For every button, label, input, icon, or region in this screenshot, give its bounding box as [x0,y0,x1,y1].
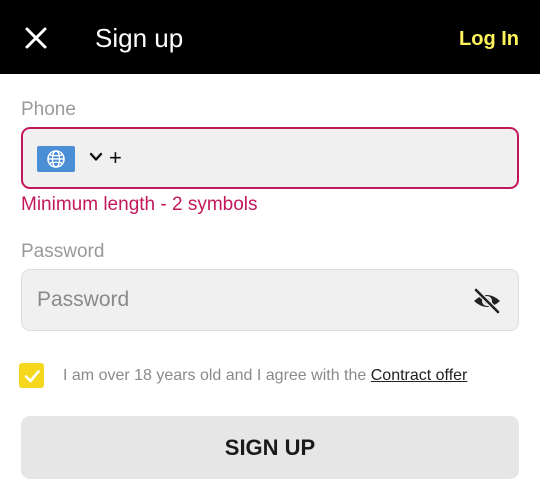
close-button[interactable] [22,24,50,52]
password-field [21,269,519,331]
password-label: Password [21,241,105,262]
country-selector[interactable] [37,146,75,172]
close-icon [25,27,47,49]
phone-prefix: + [109,145,122,170]
agreement-text: I am over 18 years old and I agree with … [63,365,467,387]
phone-field[interactable]: + [21,127,519,189]
chevron-down-icon[interactable] [89,150,103,164]
checkmark-icon [24,369,40,382]
globe-icon [47,150,65,168]
agreement-label: I am over 18 years old and I agree with … [63,367,371,384]
phone-label: Phone [21,99,76,120]
contract-offer-link[interactable]: Contract offer [371,367,468,384]
phone-input[interactable] [127,139,507,179]
agree-checkbox[interactable] [19,363,44,388]
login-link[interactable]: Log In [459,26,519,52]
app-header: Sign up Log In [0,0,540,74]
phone-error-message: Minimum length - 2 symbols [21,194,258,215]
eye-slash-icon[interactable] [472,288,502,314]
sign-up-button[interactable]: SIGN UP [21,416,519,479]
page-title: Sign up [95,23,184,53]
password-input[interactable] [37,280,457,320]
